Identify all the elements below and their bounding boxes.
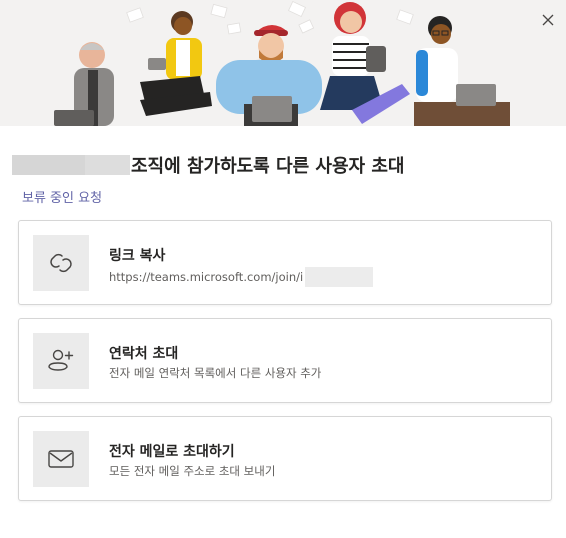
mail-icon xyxy=(48,450,74,468)
copy-link-url: https://teams.microsoft.com/join/i xyxy=(109,267,374,287)
people-illustration xyxy=(54,0,510,126)
copy-link-icon-tile xyxy=(33,235,89,291)
invite-contacts-title: 연락처 초대 xyxy=(109,346,179,362)
pending-requests-link[interactable]: 보류 중인 요청 xyxy=(22,187,102,206)
invite-contacts-subtitle: 전자 메일 연락처 목록에서 다른 사용자 추가 xyxy=(109,366,322,380)
redacted-url-suffix xyxy=(305,267,374,287)
dialog-header: 조직에 참가하도록 다른 사용자 초대 xyxy=(12,152,404,178)
invite-contacts-icon-tile xyxy=(33,333,89,389)
invite-email-icon-tile xyxy=(33,431,89,487)
link-icon xyxy=(50,253,72,273)
copy-link-url-text: https://teams.microsoft.com/join/i xyxy=(109,270,304,284)
hero-illustration xyxy=(0,0,566,126)
invite-email-title: 전자 메일로 초대하기 xyxy=(109,444,235,460)
invite-email-card[interactable]: 전자 메일로 초대하기 모든 전자 메일 주소로 초대 보내기 xyxy=(18,416,552,501)
add-person-icon xyxy=(48,349,74,371)
copy-link-title: 링크 복사 xyxy=(109,248,166,264)
invite-email-subtitle: 모든 전자 메일 주소로 초대 보내기 xyxy=(109,464,276,478)
close-icon xyxy=(542,14,554,26)
invite-contacts-card[interactable]: 연락처 초대 전자 메일 연락처 목록에서 다른 사용자 추가 xyxy=(18,318,552,403)
close-button[interactable] xyxy=(538,10,558,30)
copy-link-card[interactable]: 링크 복사 https://teams.microsoft.com/join/i xyxy=(18,220,552,305)
redacted-org-name xyxy=(12,155,130,175)
dialog-title: 조직에 참가하도록 다른 사용자 초대 xyxy=(131,156,405,177)
